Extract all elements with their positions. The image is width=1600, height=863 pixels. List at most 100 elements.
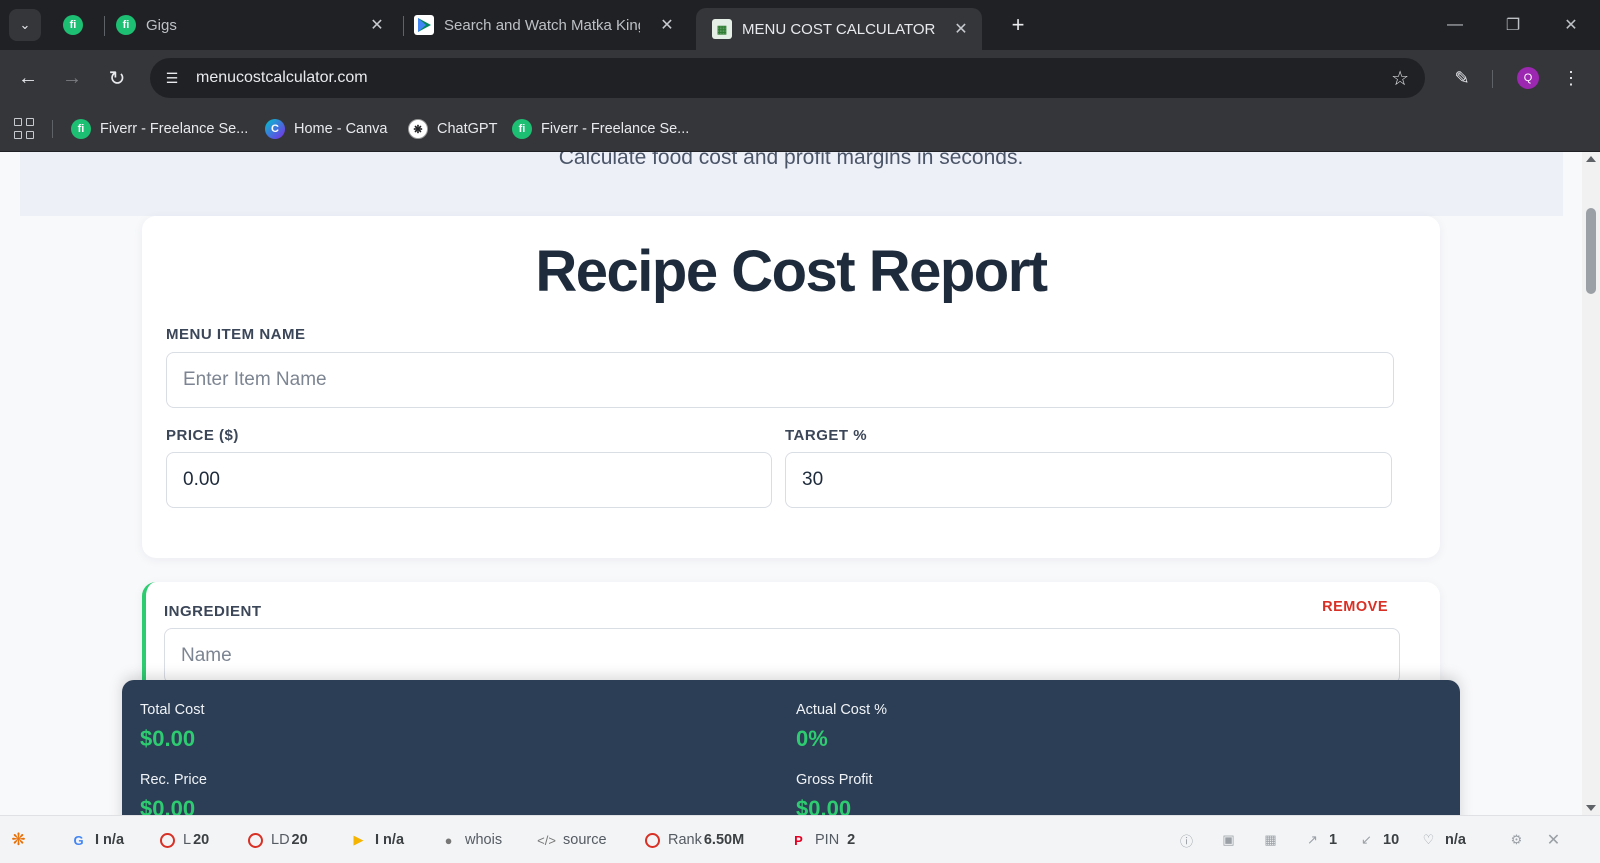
menu-item-label: MENU ITEM NAME [166,326,306,343]
seo-info[interactable]: ⓘ [1178,830,1195,850]
fiverr-icon: fi [512,119,532,139]
seo-internal-links[interactable]: ↙ 10 [1358,830,1399,850]
fiverr-icon: fi [63,15,83,35]
close-icon[interactable]: ✕ [366,14,388,36]
forward-button[interactable]: → [56,62,88,94]
bookmark-fiverr-2[interactable]: fi Fiverr - Freelance Se... [512,117,689,141]
toolbar-divider [1492,70,1493,88]
reload-button[interactable]: ↻ [101,62,133,94]
address-bar[interactable]: ☰ menucostcalculator.com ☆ [150,58,1425,98]
menu-item-input[interactable] [166,352,1394,408]
seo-google-index[interactable]: G I n/a [70,830,124,850]
monitor-icon: ▣ [1222,832,1235,847]
gross-profit-label: Gross Profit [796,772,873,788]
pinterest-icon: P [794,832,803,848]
seo-density[interactable]: ▣ [1220,830,1237,850]
browser-toolbar: ← → ↻ ☰ menucostcalculator.com ☆ ✎ Q ⋮ [0,50,1600,106]
actual-cost-value: 0% [796,726,828,751]
seo-linking-domains[interactable]: LD 20 [248,830,308,850]
minimize-icon: — [1447,16,1463,33]
minimize-button[interactable]: — [1440,12,1470,38]
close-window-button[interactable]: ✕ [1556,12,1586,38]
plus-icon: + [1011,12,1025,37]
tab-divider [403,16,404,36]
bookmark-star-icon[interactable]: ☆ [1391,66,1409,91]
seo-diagnosis[interactable]: ▦ [1262,830,1279,850]
close-icon: ✕ [1564,17,1578,34]
seo-links[interactable]: L 20 [160,830,209,850]
tab-title: Search and Watch Matka King c [444,16,640,34]
seo-whois[interactable]: ● whois [440,830,503,850]
seo-close[interactable]: ✕ [1545,830,1562,850]
seo-settings[interactable]: ⚙ [1508,830,1525,850]
rank-value: 6.50M [703,832,745,848]
bookmark-fiverr[interactable]: fi Fiverr - Freelance Se... [71,117,248,141]
fiverr-icon: fi [71,119,91,139]
seo-pinterest[interactable]: P PIN 2 [790,830,855,850]
bookmark-label: ChatGPT [437,121,498,137]
favorites-value: n/a [1445,832,1466,848]
heart-icon: ♡ [1422,832,1435,847]
pinned-tab[interactable]: fi [60,12,86,38]
scroll-down-icon[interactable] [1586,805,1596,811]
close-icon[interactable]: ✕ [656,14,678,36]
back-button[interactable]: ← [12,62,44,94]
report-icon: ▦ [1264,832,1277,847]
semrush-icon [645,832,660,848]
restore-button[interactable]: ❐ [1498,12,1528,38]
bookmark-canva[interactable]: C Home - Canva [265,117,387,141]
seo-rank[interactable]: Rank 6.50M [645,830,744,850]
profile-avatar[interactable]: Q [1517,67,1539,89]
site-info-icon[interactable]: ☰ [154,60,190,96]
page-scrollbar[interactable] [1582,152,1600,815]
arrow-right-icon: → [62,66,82,89]
whois-label: whois [465,832,503,848]
tab-strip: ⌄ fi fi Gigs ✕ Search and Watch Matka Ki… [0,0,1600,50]
browser-menu-button[interactable]: ⋮ [1558,62,1584,94]
google-index-value: I n/a [95,832,125,848]
close-icon[interactable]: ✕ [950,18,972,40]
rank-label: Rank [668,832,702,848]
canva-icon: C [265,119,285,139]
tab-matka[interactable]: Search and Watch Matka King c ✕ [414,8,688,42]
tab-gigs[interactable]: fi Gigs ✕ [114,8,398,42]
calculator-icon: ▦ [712,19,732,39]
bookmark-label: Fiverr - Freelance Se... [100,121,249,137]
page-viewport: Calculate food cost and profit margins i… [0,152,1582,815]
apps-grid-icon[interactable] [14,118,36,140]
scroll-thumb[interactable] [1586,208,1596,294]
source-label: source [563,832,607,848]
bing-index-value: I n/a [375,832,405,848]
tab-search-button[interactable]: ⌄ [9,9,41,41]
gear-icon: ⚙ [1510,832,1523,847]
bookmark-chatgpt[interactable]: ❋ ChatGPT [408,117,497,141]
seoquake-logo[interactable]: ❋ [10,830,27,850]
gross-profit-value: $0.00 [796,796,852,815]
seo-external-links[interactable]: ↗ 1 [1304,830,1337,850]
remove-ingredient-button[interactable]: REMOVE [1322,599,1388,615]
close-icon: ✕ [1546,832,1561,849]
price-label: PRICE ($) [166,427,239,444]
price-input[interactable] [166,452,772,508]
seo-favorites[interactable]: ♡ n/a [1420,830,1466,850]
pin-label: PIN [815,832,840,848]
target-percent-input[interactable] [785,452,1392,508]
ingredient-name-input[interactable] [164,628,1400,684]
code-icon: </> [537,832,556,848]
scroll-up-icon[interactable] [1586,156,1596,162]
rec-price-label: Rec. Price [140,772,207,788]
extensions-button[interactable]: ✎ [1447,62,1477,94]
new-tab-button[interactable]: + [1005,12,1031,38]
cost-summary-panel: Total Cost $0.00 Actual Cost % 0% Rec. P… [122,680,1460,815]
internal-link-icon: ↙ [1361,832,1372,847]
play-icon [414,15,434,35]
seo-bing-index[interactable]: ▶ I n/a [350,830,405,850]
links-value: 20 [193,832,210,848]
puzzle-icon: ✎ [1454,67,1470,88]
seo-source[interactable]: </> source [537,830,607,850]
tab-menu-cost-calculator[interactable]: ▦ MENU COST CALCULATOR ✕ [696,8,982,50]
tab-title: MENU COST CALCULATOR [742,20,936,38]
page-title: Recipe Cost Report [535,239,1048,304]
total-cost-value: $0.00 [140,726,196,751]
linking-domains-label: LD [271,832,290,848]
